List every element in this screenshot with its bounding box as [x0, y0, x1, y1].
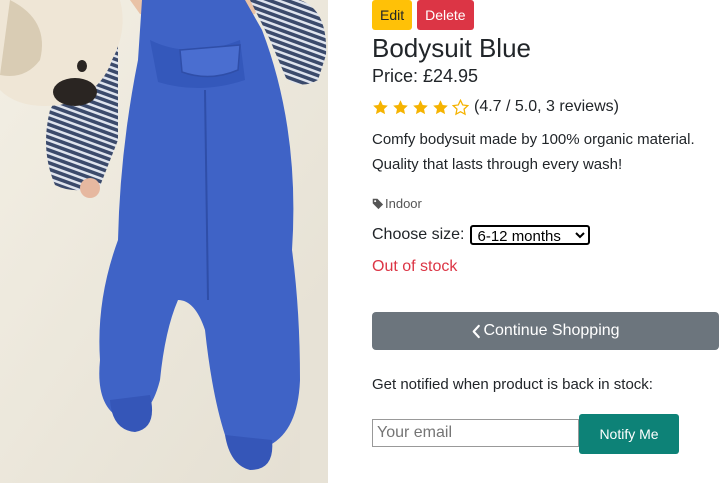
- product-description: Comfy bodysuit made by 100% organic mate…: [372, 127, 728, 177]
- stock-status: Out of stock: [372, 258, 458, 275]
- size-label: Choose size:: [372, 226, 465, 243]
- size-selector: Choose size: 6-12 months: [372, 225, 590, 245]
- product-rating: (4.7 / 5.0, 3 reviews): [372, 97, 619, 117]
- product-price: Price: £24.95: [372, 66, 479, 86]
- email-input[interactable]: [372, 419, 579, 447]
- continue-shopping-button[interactable]: Continue Shopping: [372, 312, 719, 350]
- product-tag: Indoor: [372, 196, 422, 211]
- tag-icon: [372, 198, 384, 209]
- edit-button[interactable]: Edit: [372, 0, 413, 30]
- continue-shopping-label: Continue Shopping: [483, 322, 620, 339]
- rating-stars: [372, 98, 472, 116]
- star-icon: [413, 99, 428, 114]
- description-line: Comfy bodysuit made by 100% organic mate…: [372, 131, 695, 148]
- size-select[interactable]: 6-12 months: [469, 225, 590, 245]
- rating-summary: (4.7 / 5.0, 3 reviews): [474, 98, 619, 115]
- tag-label: Indoor: [385, 196, 422, 211]
- star-icon: [433, 99, 448, 114]
- star-icon: [393, 99, 408, 114]
- star-outline-icon: [452, 98, 469, 115]
- chevron-left-icon: [473, 324, 481, 338]
- product-image: [0, 0, 328, 483]
- description-line: Quality that lasts through every wash!: [372, 156, 623, 173]
- delete-button[interactable]: Delete: [417, 0, 474, 30]
- product-title: Bodysuit Blue: [372, 33, 531, 63]
- notify-me-button[interactable]: Notify Me: [579, 414, 679, 454]
- notify-prompt: Get notified when product is back in sto…: [372, 376, 653, 393]
- star-icon: [373, 99, 388, 114]
- admin-actions: Edit Delete: [372, 0, 474, 30]
